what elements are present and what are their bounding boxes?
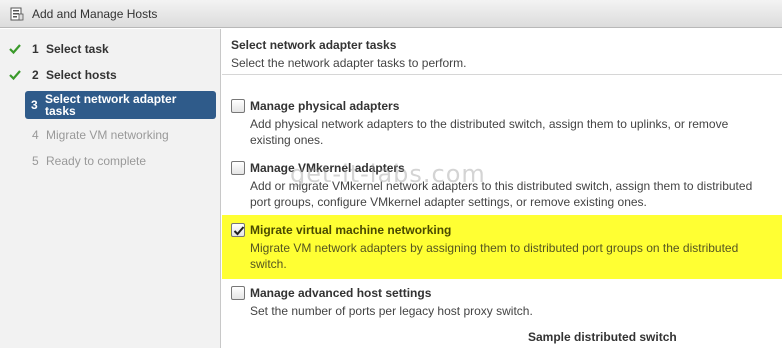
step-number: 4 — [32, 128, 39, 142]
step-label: Select task — [46, 42, 109, 56]
checkmark-icon — [233, 226, 245, 236]
option-description-line: Migrate VM network adapters by assigning… — [250, 241, 739, 255]
page-subtitle: Select the network adapter tasks to perf… — [231, 56, 467, 70]
option-description-line: Add physical network adapters to the dis… — [250, 117, 729, 131]
step-select-network-adapter-tasks[interactable]: 3 Select network adapter tasks — [25, 91, 216, 119]
step-number: 5 — [32, 154, 39, 168]
step-number: 3 — [31, 98, 38, 112]
wizard-steps: 1 Select task 2 Select hosts 3 Select ne… — [0, 29, 221, 348]
option-description-line: port groups, configure VMkernel adapter … — [250, 195, 647, 209]
option-label: Manage advanced host settings — [250, 286, 432, 300]
option-description-line: Set the number of ports per legacy host … — [250, 304, 533, 318]
manage-physical-adapters-checkbox[interactable] — [231, 99, 245, 113]
option-description-line: switch. — [250, 257, 287, 271]
page-header: Select network adapter tasks Select the … — [222, 29, 782, 75]
option-label: Manage physical adapters — [250, 99, 400, 113]
step-select-hosts[interactable]: 2 Select hosts — [0, 64, 221, 86]
manage-advanced-host-settings-checkbox[interactable] — [231, 286, 245, 300]
migrate-vm-networking-checkbox[interactable] — [231, 223, 245, 237]
option-manage-vmkernel-adapters: Manage VMkernel adapters Add or migrate … — [222, 153, 782, 215]
page-title: Select network adapter tasks — [231, 38, 397, 52]
step-label: Ready to complete — [46, 154, 147, 168]
main-panel: Select network adapter tasks Select the … — [222, 29, 782, 348]
checkmark-icon — [8, 68, 22, 82]
step-number: 2 — [32, 68, 39, 82]
step-number: 1 — [32, 42, 39, 56]
step-label: Select hosts — [46, 68, 117, 82]
step-migrate-vm-networking: 4 Migrate VM networking — [0, 124, 221, 146]
step-label: Select network adapter tasks — [45, 92, 177, 118]
step-label: Migrate VM networking — [46, 128, 169, 142]
option-label: Manage VMkernel adapters — [250, 161, 405, 175]
title-bar: Add and Manage Hosts — [0, 0, 782, 28]
checkmark-icon — [8, 42, 22, 56]
option-description: Add physical network adapters to the dis… — [250, 116, 770, 148]
option-manage-physical-adapters: Manage physical adapters Add physical ne… — [222, 91, 782, 151]
step-ready-to-complete: 5 Ready to complete — [0, 150, 221, 172]
option-description-line: existing ones. — [250, 133, 324, 147]
manage-vmkernel-adapters-checkbox[interactable] — [231, 161, 245, 175]
window-title: Add and Manage Hosts — [32, 6, 158, 21]
wizard-icon — [10, 7, 24, 21]
option-description: Add or migrate VMkernel network adapters… — [250, 178, 770, 210]
option-description: Migrate VM network adapters by assigning… — [250, 240, 770, 272]
option-migrate-vm-networking: Migrate virtual machine networking Migra… — [222, 215, 782, 279]
option-description-line: Add or migrate VMkernel network adapters… — [250, 179, 753, 193]
distributed-switch-label: Sample distributed switch — [528, 330, 677, 344]
option-label: Migrate virtual machine networking — [250, 223, 452, 237]
step-select-task[interactable]: 1 Select task — [0, 38, 221, 60]
option-description: Set the number of ports per legacy host … — [250, 303, 770, 319]
option-manage-advanced-host-settings: Manage advanced host settings Set the nu… — [222, 279, 782, 323]
